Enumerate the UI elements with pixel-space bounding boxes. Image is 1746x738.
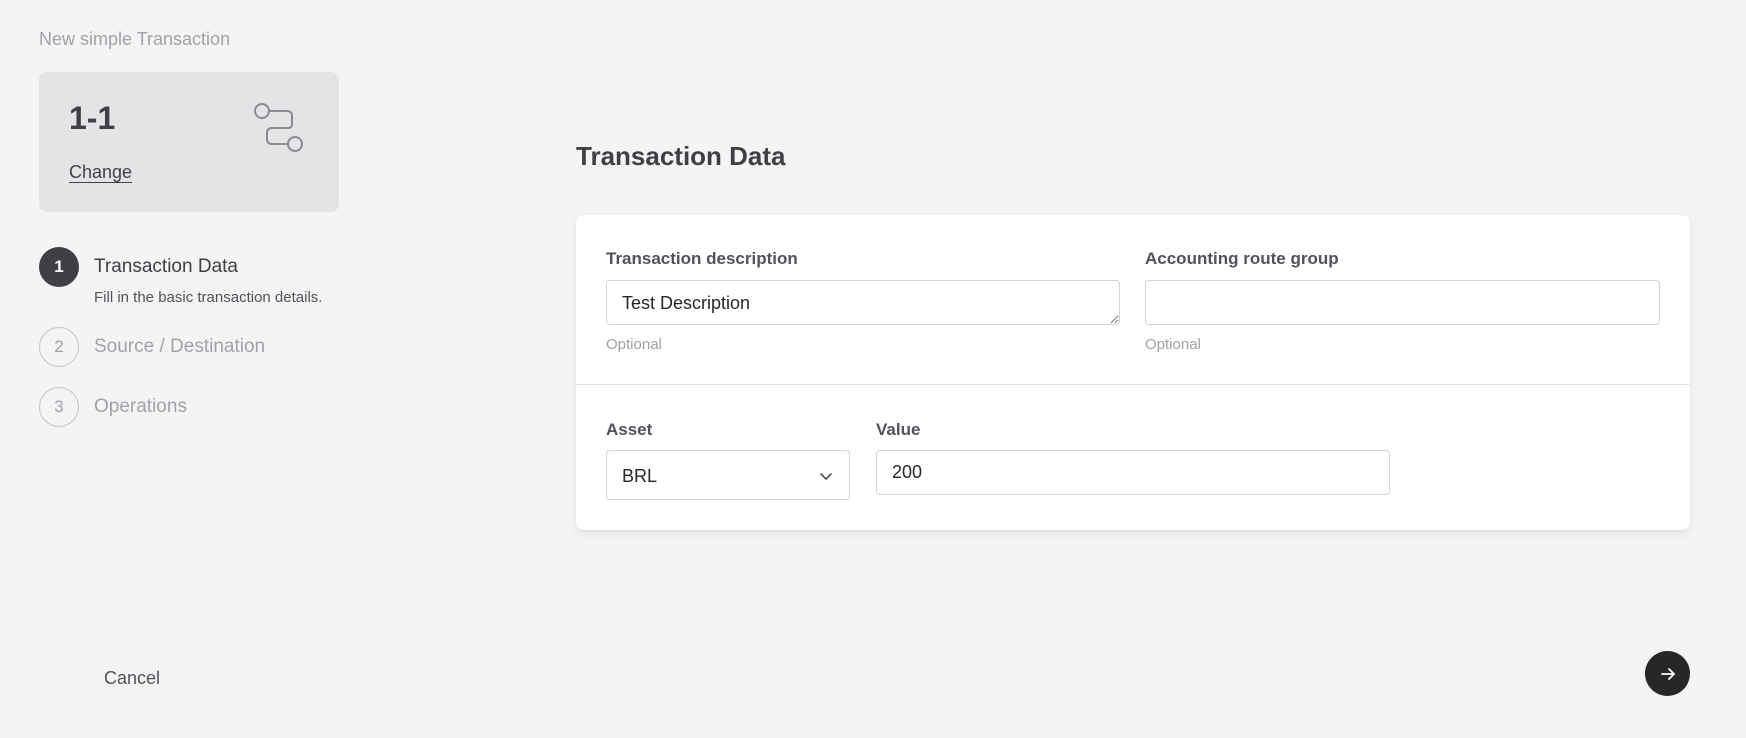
step-number: 3 — [39, 387, 79, 427]
step-label: Operations — [94, 396, 187, 417]
asset-label: Asset — [606, 420, 653, 439]
transaction-type-title: 1-1 — [69, 100, 116, 136]
step-number: 2 — [39, 327, 79, 367]
step-label: Source / Destination — [94, 336, 266, 357]
description-input[interactable]: Test Description — [606, 280, 1120, 325]
asset-select[interactable]: BRL — [606, 450, 850, 500]
step-label: Transaction Data — [94, 256, 238, 277]
cancel-button[interactable]: Cancel — [104, 668, 160, 689]
arrow-right-icon — [1660, 667, 1675, 680]
chevron-down-icon — [820, 473, 832, 480]
transaction-form-card: Transaction description Test Description… — [576, 215, 1690, 530]
description-label: Transaction description — [606, 249, 798, 268]
page-subtitle: New simple Transaction — [39, 29, 231, 49]
change-type-link[interactable]: Change — [69, 162, 132, 183]
value-input[interactable] — [876, 450, 1390, 495]
value-label: Value — [876, 420, 921, 439]
step-number: 1 — [39, 247, 79, 287]
next-step-button[interactable] — [1645, 651, 1690, 696]
route-group-label: Accounting route group — [1145, 249, 1339, 268]
section-title: Transaction Data — [576, 141, 786, 171]
description-hint: Optional — [606, 336, 662, 353]
route-group-hint: Optional — [1145, 336, 1201, 353]
card-divider — [576, 384, 1690, 385]
route-icon — [254, 103, 303, 152]
transaction-type-card: 1-1 Change — [39, 72, 339, 212]
asset-select-value: BRL — [622, 466, 658, 486]
step-description: Fill in the basic transaction details. — [94, 289, 323, 306]
route-group-input[interactable] — [1145, 280, 1660, 325]
